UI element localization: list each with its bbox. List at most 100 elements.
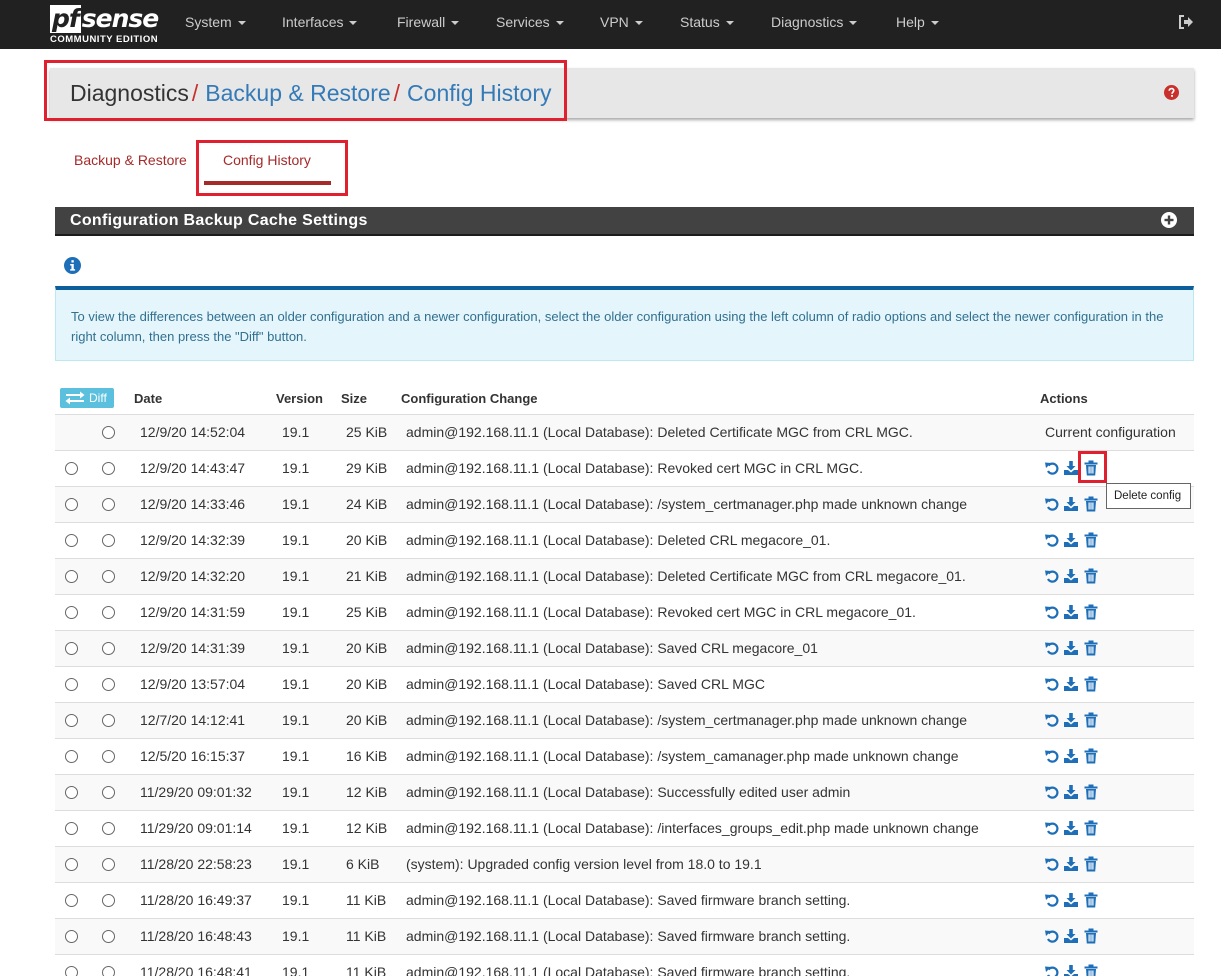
download-icon[interactable]: [1063, 496, 1079, 512]
nav-interfaces[interactable]: Interfaces: [282, 14, 358, 30]
older-config-radio[interactable]: [65, 570, 78, 583]
nav-firewall[interactable]: Firewall: [397, 14, 460, 30]
older-config-radio[interactable]: [65, 642, 78, 655]
download-icon[interactable]: [1063, 964, 1079, 976]
older-config-radio[interactable]: [65, 462, 78, 475]
trash-icon[interactable]: [1083, 460, 1099, 476]
undo-icon[interactable]: [1044, 964, 1060, 976]
nav-services[interactable]: Services: [496, 14, 564, 30]
logout-icon[interactable]: [1178, 14, 1194, 35]
undo-icon[interactable]: [1044, 892, 1060, 908]
row-change: admin@192.168.11.1 (Local Database): Sav…: [406, 928, 851, 944]
undo-icon[interactable]: [1044, 820, 1060, 836]
newer-config-radio[interactable]: [102, 498, 115, 511]
diff-button[interactable]: Diff: [60, 388, 114, 408]
download-icon[interactable]: [1063, 820, 1079, 836]
newer-config-radio[interactable]: [102, 930, 115, 943]
undo-icon[interactable]: [1044, 676, 1060, 692]
older-config-radio[interactable]: [65, 750, 78, 763]
older-config-radio[interactable]: [65, 714, 78, 727]
undo-icon[interactable]: [1044, 460, 1060, 476]
row-change: admin@192.168.11.1 (Local Database): /sy…: [406, 712, 968, 728]
newer-config-radio[interactable]: [102, 858, 115, 871]
older-config-radio[interactable]: [65, 966, 78, 976]
older-config-radio[interactable]: [65, 498, 78, 511]
trash-icon[interactable]: [1083, 604, 1099, 620]
undo-icon[interactable]: [1044, 856, 1060, 872]
newer-config-radio[interactable]: [102, 534, 115, 547]
trash-icon[interactable]: [1083, 496, 1099, 512]
download-icon[interactable]: [1063, 676, 1079, 692]
older-config-radio[interactable]: [65, 534, 78, 547]
older-config-radio[interactable]: [65, 858, 78, 871]
trash-icon[interactable]: [1083, 532, 1099, 548]
older-config-radio[interactable]: [65, 606, 78, 619]
pfsense-logo[interactable]: pf sense COMMUNITY EDITION: [50, 5, 160, 45]
undo-icon[interactable]: [1044, 784, 1060, 800]
breadcrumb-config-history[interactable]: Config History: [407, 80, 551, 106]
info-circle-icon[interactable]: [64, 257, 81, 279]
trash-icon[interactable]: [1083, 820, 1099, 836]
undo-icon[interactable]: [1044, 604, 1060, 620]
older-config-radio[interactable]: [65, 894, 78, 907]
download-icon[interactable]: [1063, 748, 1079, 764]
download-icon[interactable]: [1063, 532, 1079, 548]
download-icon[interactable]: [1063, 604, 1079, 620]
plus-circle-icon[interactable]: [1161, 212, 1177, 233]
newer-config-radio[interactable]: [102, 750, 115, 763]
trash-icon[interactable]: [1083, 748, 1099, 764]
download-icon[interactable]: [1063, 712, 1079, 728]
download-icon[interactable]: [1063, 892, 1079, 908]
download-icon[interactable]: [1063, 460, 1079, 476]
trash-icon[interactable]: [1083, 676, 1099, 692]
older-config-radio[interactable]: [65, 786, 78, 799]
nav-system[interactable]: System: [185, 14, 246, 30]
newer-config-radio[interactable]: [102, 786, 115, 799]
newer-config-radio[interactable]: [102, 462, 115, 475]
newer-config-radio[interactable]: [102, 894, 115, 907]
undo-icon[interactable]: [1044, 748, 1060, 764]
newer-config-radio[interactable]: [102, 426, 115, 439]
undo-icon[interactable]: [1044, 712, 1060, 728]
question-circle-icon[interactable]: [1164, 85, 1179, 105]
download-icon[interactable]: [1063, 784, 1079, 800]
download-icon[interactable]: [1063, 856, 1079, 872]
trash-icon[interactable]: [1083, 892, 1099, 908]
breadcrumb-backup-restore[interactable]: Backup & Restore: [205, 80, 390, 106]
undo-icon[interactable]: [1044, 532, 1060, 548]
undo-icon[interactable]: [1044, 496, 1060, 512]
trash-icon[interactable]: [1083, 964, 1099, 976]
trash-icon[interactable]: [1083, 568, 1099, 584]
newer-config-radio[interactable]: [102, 570, 115, 583]
tab-config-history[interactable]: Config History: [223, 152, 311, 168]
breadcrumb: Diagnostics / Backup & Restore / Config Hist…: [70, 80, 551, 107]
nav-vpn[interactable]: VPN: [600, 14, 643, 30]
table-row: 12/7/20 14:12:41 19.1 20 KiB admin@192.1…: [55, 703, 1194, 739]
tab-backup-restore[interactable]: Backup & Restore: [74, 152, 187, 168]
info-alert-text: To view the differences between an older…: [71, 309, 1164, 344]
row-change: admin@192.168.11.1 (Local Database): Sav…: [406, 640, 818, 656]
trash-icon[interactable]: [1083, 640, 1099, 656]
undo-icon[interactable]: [1044, 568, 1060, 584]
trash-icon[interactable]: [1083, 712, 1099, 728]
trash-icon[interactable]: [1083, 928, 1099, 944]
download-icon[interactable]: [1063, 928, 1079, 944]
newer-config-radio[interactable]: [102, 966, 115, 976]
nav-status[interactable]: Status: [680, 14, 734, 30]
download-icon[interactable]: [1063, 640, 1079, 656]
nav-help[interactable]: Help: [896, 14, 939, 30]
trash-icon[interactable]: [1083, 856, 1099, 872]
nav-diagnostics[interactable]: Diagnostics: [771, 14, 858, 30]
newer-config-radio[interactable]: [102, 642, 115, 655]
undo-icon[interactable]: [1044, 928, 1060, 944]
trash-icon[interactable]: [1083, 784, 1099, 800]
undo-icon[interactable]: [1044, 640, 1060, 656]
older-config-radio[interactable]: [65, 678, 78, 691]
newer-config-radio[interactable]: [102, 822, 115, 835]
newer-config-radio[interactable]: [102, 678, 115, 691]
older-config-radio[interactable]: [65, 822, 78, 835]
older-config-radio[interactable]: [65, 930, 78, 943]
newer-config-radio[interactable]: [102, 606, 115, 619]
download-icon[interactable]: [1063, 568, 1079, 584]
newer-config-radio[interactable]: [102, 714, 115, 727]
